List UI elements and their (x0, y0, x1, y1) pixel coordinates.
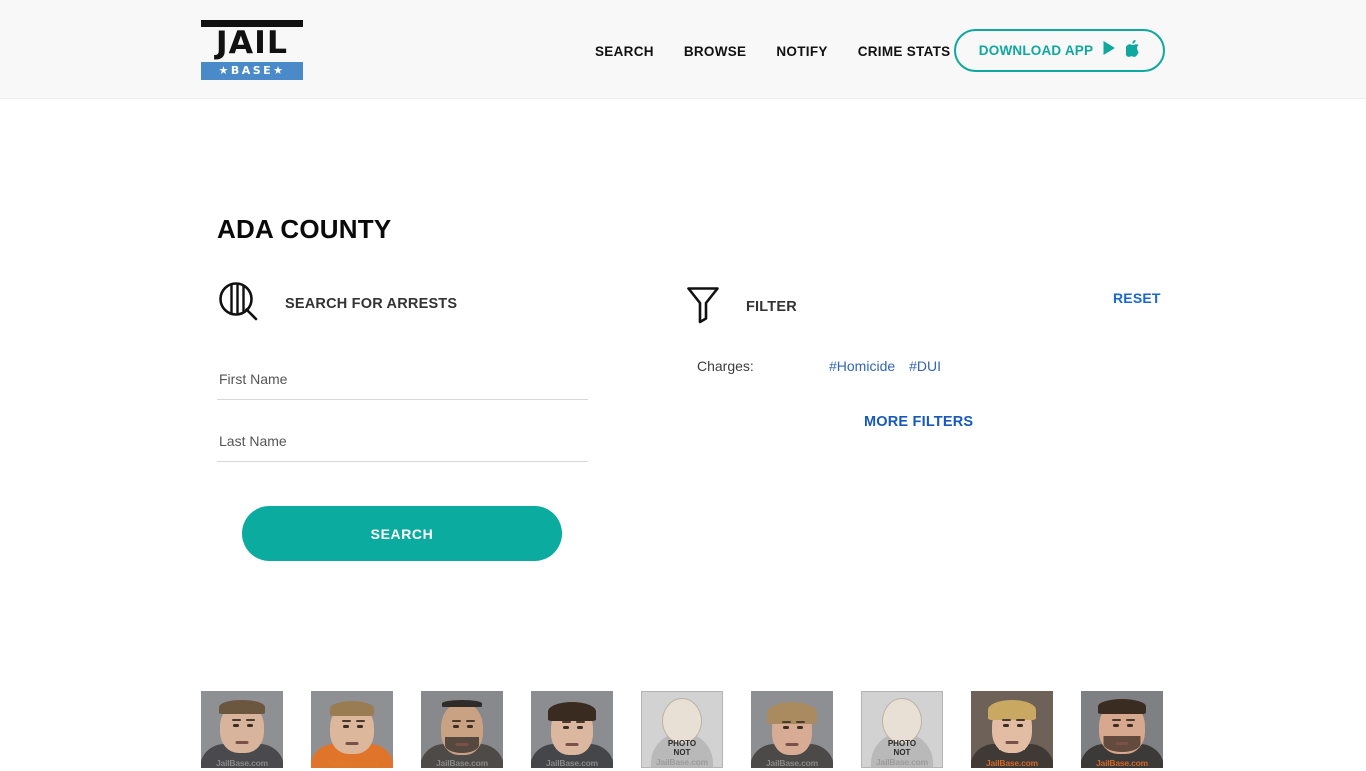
search-panel-heading: SEARCH FOR ARRESTS (285, 296, 458, 312)
mugshot-eye (783, 726, 789, 729)
page-title: ADA COUNTY (217, 214, 392, 245)
mugshot-brow (782, 721, 791, 723)
charges-filter-row: Charges: #Homicide #DUI (697, 358, 1117, 374)
mugshot-mouth (1005, 741, 1019, 744)
photo-not-available-text: PHOTO NOT (887, 739, 917, 757)
mugshot-eye (453, 725, 459, 728)
mugshot-watermark: JailBase.com (1096, 758, 1148, 768)
jailbase-logo[interactable]: JAIL ★BASE★ (201, 20, 303, 80)
mugshot-eye (1127, 724, 1133, 727)
mugshot-eye (357, 725, 363, 728)
mugshot-mouth (345, 742, 359, 745)
mugshot-thumbnail[interactable]: JailBase.com (201, 691, 283, 768)
mugshot-eye (563, 726, 569, 729)
mugshot-brow (1126, 719, 1135, 721)
filter-panel-heading: FILTER (746, 299, 797, 315)
mugshot-watermark: JailBase.com (986, 758, 1038, 768)
nav-item-crime-stats[interactable]: CRIME STATS (858, 44, 951, 59)
mugshot-hair (767, 702, 817, 724)
first-name-input[interactable] (217, 358, 588, 400)
mugshot-brow (1016, 719, 1025, 721)
nav-item-browse[interactable]: BROWSE (684, 44, 747, 59)
mugshot-brow (1112, 719, 1121, 721)
mugshot-mouth (1115, 742, 1129, 745)
mugshot-thumbnail[interactable]: JailBase.com (971, 691, 1053, 768)
mugshot-eye (233, 724, 239, 727)
mugshot-thumbnail[interactable]: JailBase.com (311, 691, 393, 768)
placeholder-head-icon (662, 698, 702, 744)
mugshot-eye (797, 726, 803, 729)
download-app-label: DOWNLOAD APP (978, 43, 1094, 58)
filter-panel-header: FILTER (686, 286, 797, 328)
mugshot-watermark: JailBase.com (766, 758, 818, 768)
mugshot-thumbnail[interactable]: JailBase.com (421, 691, 503, 768)
mugshot-thumbnail[interactable]: PHOTO NOT JailBase.com (861, 691, 943, 768)
mugshot-brow (466, 720, 475, 722)
mugshot-eye (1003, 724, 1009, 727)
mugshot-eye (247, 724, 253, 727)
mugshot-mouth (235, 741, 249, 744)
funnel-icon (686, 285, 720, 330)
mugshot-hair (330, 701, 374, 716)
main-navigation: SEARCH BROWSE NOTIFY CRIME STATS (595, 40, 950, 62)
logo-base-text: ★BASE★ (201, 62, 303, 80)
charge-tag-dui[interactable]: #DUI (909, 358, 941, 374)
mugshot-thumbnail[interactable]: JailBase.com (1081, 691, 1163, 768)
nav-item-search[interactable]: SEARCH (595, 44, 654, 59)
charge-tag-homicide[interactable]: #Homicide (829, 358, 895, 374)
mugshot-strip: JailBase.com JailBase.com JailBase.com Jail… (201, 691, 1166, 771)
mugshot-hair (442, 700, 482, 707)
mugshot-mouth (785, 743, 799, 746)
last-name-input[interactable] (217, 420, 588, 462)
mugshot-brow (356, 720, 365, 722)
jail-bars-magnifier-icon (217, 280, 261, 329)
mugshot-brow (562, 721, 571, 723)
mugshot-eye (1017, 724, 1023, 727)
mugshot-eye (577, 726, 583, 729)
mugshot-thumbnail[interactable]: JailBase.com (531, 691, 613, 768)
mugshot-eye (343, 725, 349, 728)
mugshot-brow (796, 721, 805, 723)
search-panel-header: SEARCH FOR ARRESTS (217, 280, 458, 329)
mugshot-watermark: JailBase.com (216, 758, 268, 768)
photo-not-available-text: PHOTO NOT (667, 739, 697, 757)
mugshot-thumbnail[interactable]: PHOTO NOT JailBase.com (641, 691, 723, 768)
mugshot-hair (219, 700, 265, 714)
logo-jail-text: JAIL (215, 25, 289, 61)
mugshot-brow (246, 719, 255, 721)
download-app-button[interactable]: DOWNLOAD APP (954, 29, 1165, 72)
mugshot-eye (467, 725, 473, 728)
google-play-icon (1102, 40, 1117, 61)
apple-icon (1125, 39, 1140, 62)
mugshot-watermark: JailBase.com (436, 758, 488, 768)
mugshot-hair (988, 700, 1036, 720)
mugshot-watermark: JailBase.com (546, 758, 598, 768)
mugshot-eye (1113, 724, 1119, 727)
mugshot-brow (1002, 719, 1011, 721)
mugshot-mouth (565, 743, 579, 746)
mugshot-brow (576, 721, 585, 723)
site-header: JAIL ★BASE★ SEARCH BROWSE NOTIFY CRIME S… (0, 0, 1366, 99)
search-button[interactable]: SEARCH (242, 506, 562, 561)
nav-item-notify[interactable]: NOTIFY (776, 44, 827, 59)
mugshot-watermark: JailBase.com (326, 758, 378, 768)
reset-filters-link[interactable]: RESET (1113, 290, 1161, 306)
mugshot-brow (342, 720, 351, 722)
more-filters-link[interactable]: MORE FILTERS (864, 414, 973, 430)
mugshot-thumbnail[interactable]: JailBase.com (751, 691, 833, 768)
mugshot-brow (232, 719, 241, 721)
mugshot-watermark: JailBase.com (876, 757, 928, 767)
placeholder-head-icon (882, 698, 922, 744)
mugshot-hair (1098, 699, 1146, 714)
mugshot-brow (452, 720, 461, 722)
charges-label: Charges: (697, 358, 754, 374)
mugshot-watermark: JailBase.com (656, 757, 708, 767)
mugshot-hair (548, 702, 596, 721)
mugshot-mouth (455, 743, 469, 746)
